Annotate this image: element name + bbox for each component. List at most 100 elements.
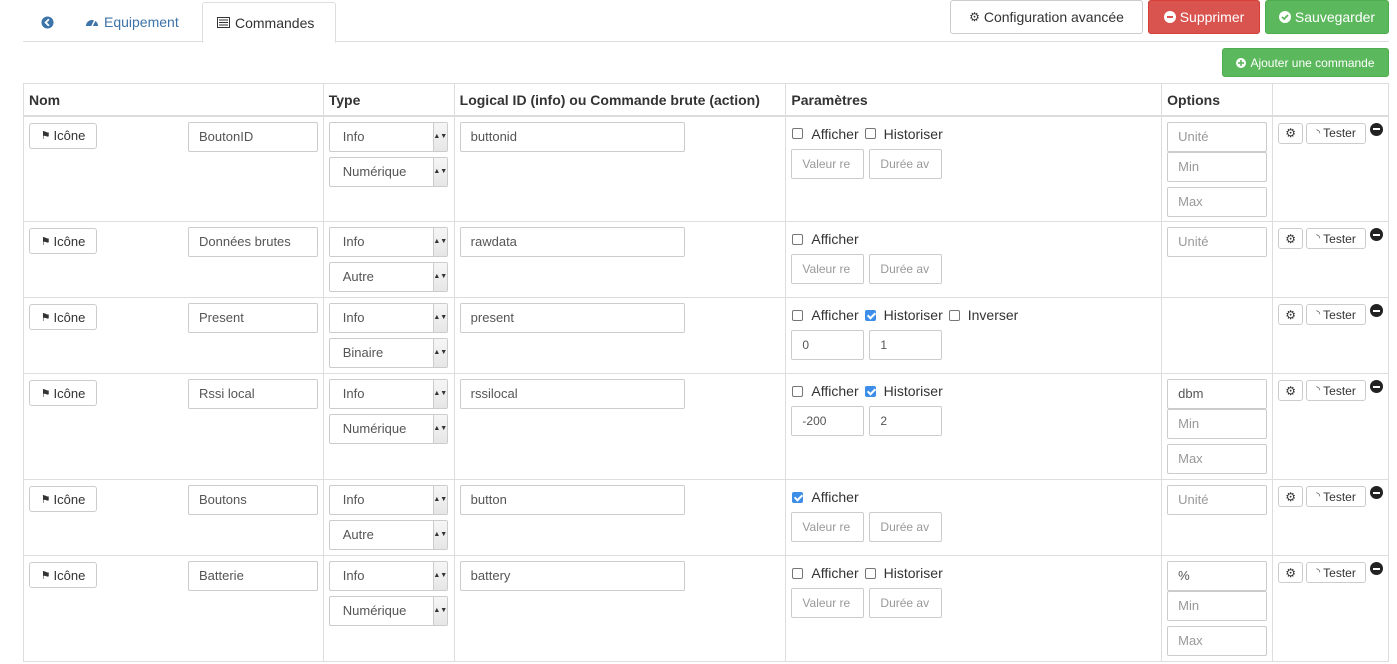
max-input[interactable]: Max (1167, 186, 1268, 217)
save-button[interactable]: Sauvegarder (1265, 0, 1389, 34)
logical-id-input[interactable]: rssilocal (459, 379, 685, 409)
remove-command-icon[interactable] (1370, 122, 1384, 136)
icon-picker-button[interactable]: ⚑ Icône (29, 304, 97, 330)
valeur-input[interactable]: Valeur re (791, 148, 865, 179)
historiser-checkbox[interactable] (864, 385, 876, 397)
value-min-input[interactable]: 0 (791, 330, 865, 360)
command-name-input[interactable]: BoutonID (188, 121, 318, 152)
remove-command-icon[interactable] (1370, 486, 1384, 499)
icon-picker-button[interactable]: ⚑ Icône (29, 486, 97, 512)
caret-icon: ▲▼ (432, 597, 447, 625)
subtype-select[interactable]: Autre ▲▼ (328, 520, 448, 550)
value-min-input[interactable]: -200 (791, 406, 865, 436)
cmd-config-button[interactable]: ⚙ (1278, 562, 1304, 583)
type-select[interactable]: Info ▲▼ (328, 121, 448, 152)
type-select[interactable]: Info ▲▼ (328, 485, 448, 515)
logical-id-input[interactable]: present (459, 303, 685, 333)
checkbox-box[interactable] (792, 567, 804, 579)
command-name-input[interactable]: Rssi local (188, 379, 318, 409)
command-name-input[interactable]: Present (188, 303, 318, 333)
afficher-checkbox[interactable]: Afficher (792, 231, 864, 247)
unite-input[interactable]: Unité (1167, 121, 1268, 152)
tab-commandes[interactable]: Commandes (202, 2, 336, 43)
tab-back[interactable] (23, 2, 71, 42)
test-button[interactable]: ◝ Tester (1306, 562, 1367, 583)
cmd-config-button[interactable]: ⚙ (1278, 122, 1304, 144)
min-input[interactable]: Min (1167, 409, 1268, 439)
subtype-select[interactable]: Autre ▲▼ (328, 262, 448, 292)
icon-picker-button[interactable]: ⚑ Icône (29, 228, 97, 254)
test-button[interactable]: ◝ Tester (1306, 486, 1367, 507)
type-select[interactable]: Info ▲▼ (328, 561, 448, 591)
tab-equipement[interactable]: Equipement (75, 2, 195, 42)
checkbox-box[interactable] (792, 491, 804, 503)
checkbox-box[interactable] (792, 385, 804, 397)
cell-params: Afficher Historiser Inverser 0 1 (785, 297, 1163, 374)
command-name-input[interactable]: Données brutes (188, 227, 318, 257)
delete-button[interactable]: Supprimer (1148, 0, 1260, 34)
test-button[interactable]: ◝ Tester (1306, 380, 1367, 401)
cmd-config-button[interactable]: ⚙ (1278, 304, 1304, 325)
type-select[interactable]: Info ▲▼ (328, 227, 448, 257)
remove-command-icon[interactable] (1370, 304, 1384, 317)
cmd-config-button[interactable]: ⚙ (1278, 228, 1304, 249)
checkbox-box[interactable] (792, 128, 804, 139)
icon-picker-button[interactable]: ⚑ Icône (29, 562, 97, 588)
duree-input[interactable]: Durée av (869, 512, 943, 542)
afficher-checkbox[interactable]: Afficher Historiser Inverser (792, 307, 1024, 323)
min-input[interactable]: Min (1167, 591, 1268, 621)
unite-input[interactable]: Unité (1167, 227, 1268, 257)
duree-input[interactable]: Durée av (869, 148, 943, 179)
value-max-input[interactable]: 2 (869, 406, 943, 436)
logical-id-input[interactable]: button (459, 485, 685, 515)
logical-id-input[interactable]: buttonid (459, 121, 685, 152)
cell-options: Unité (1161, 221, 1274, 298)
subtype-select[interactable]: Binaire ▲▼ (328, 338, 448, 368)
icon-picker-button[interactable]: ⚑ Icône (29, 380, 97, 406)
checkbox-box[interactable] (792, 309, 804, 321)
min-input[interactable]: Min (1167, 151, 1268, 182)
test-button[interactable]: ◝ Tester (1306, 304, 1367, 325)
remove-command-icon[interactable] (1370, 562, 1384, 575)
duree-input[interactable]: Durée av (869, 588, 943, 618)
subtype-select[interactable]: Numérique ▲▼ (328, 156, 448, 187)
remove-command-icon[interactable] (1370, 380, 1384, 393)
valeur-input[interactable]: Valeur re (791, 588, 865, 618)
value-max-input[interactable]: 1 (869, 330, 943, 360)
max-input[interactable]: Max (1167, 626, 1268, 656)
valeur-input[interactable]: Valeur re (791, 254, 865, 284)
logical-id-input[interactable]: rawdata (459, 227, 685, 257)
valeur-input[interactable]: Valeur re (791, 512, 865, 542)
command-name-input[interactable]: Boutons (188, 485, 318, 515)
historiser-checkbox[interactable] (864, 567, 876, 579)
unite-input[interactable]: dbm (1167, 379, 1268, 409)
afficher-checkbox[interactable]: Afficher Historiser (792, 383, 948, 399)
max-input[interactable]: Max (1167, 444, 1268, 474)
icon-picker-button[interactable]: ⚑ Icône (29, 122, 97, 149)
inverser-checkbox[interactable] (948, 309, 960, 321)
checkbox-box[interactable] (792, 233, 804, 245)
advanced-config-button[interactable]: ⚙ Configuration avancée (950, 0, 1143, 34)
test-label: Tester (1323, 231, 1356, 246)
cmd-config-button[interactable]: ⚙ (1278, 380, 1304, 401)
logical-id-input[interactable]: battery (459, 561, 685, 591)
type-select[interactable]: Info ▲▼ (328, 379, 448, 409)
unite-input[interactable]: % (1167, 561, 1268, 591)
duree-input[interactable]: Durée av (869, 254, 943, 284)
check-circle-icon (1278, 11, 1291, 23)
command-name-input[interactable]: Batterie (188, 561, 318, 591)
test-button[interactable]: ◝ Tester (1306, 228, 1367, 249)
subtype-select[interactable]: Numérique ▲▼ (328, 414, 448, 444)
remove-command-icon[interactable] (1370, 228, 1384, 241)
afficher-checkbox[interactable]: Afficher Historiser (792, 565, 948, 581)
test-button[interactable]: ◝ Tester (1306, 122, 1367, 144)
type-select[interactable]: Info ▲▼ (328, 303, 448, 333)
add-command-button[interactable]: Ajouter une commande (1222, 48, 1389, 77)
afficher-checkbox[interactable]: Afficher (792, 489, 864, 505)
subtype-select[interactable]: Numérique ▲▼ (328, 596, 448, 626)
historiser-checkbox[interactable] (864, 128, 876, 139)
cmd-config-button[interactable]: ⚙ (1278, 486, 1304, 507)
afficher-checkbox[interactable]: Afficher Historiser (792, 126, 948, 142)
unite-input[interactable]: Unité (1167, 485, 1268, 515)
historiser-checkbox[interactable] (864, 309, 876, 321)
